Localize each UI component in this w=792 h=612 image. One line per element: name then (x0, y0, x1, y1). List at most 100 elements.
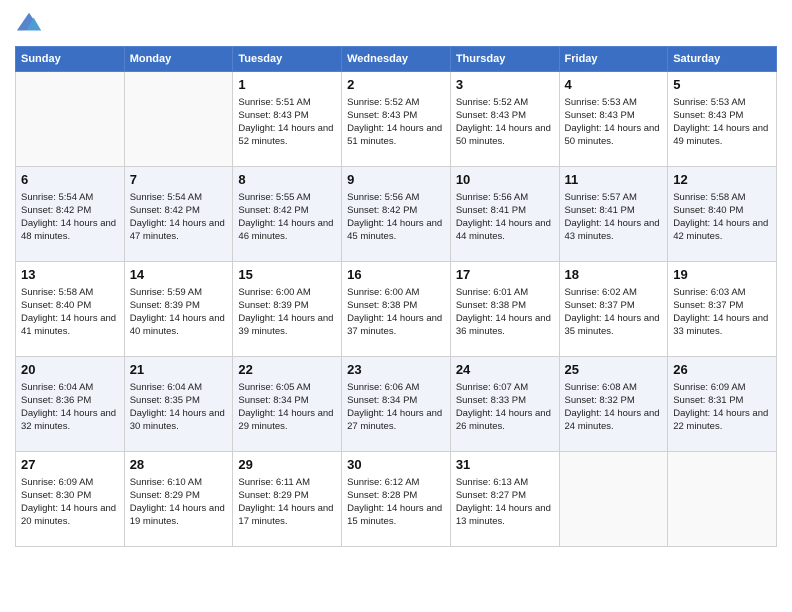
cell-info: Sunrise: 6:11 AMSunset: 8:29 PMDaylight:… (238, 476, 336, 529)
day-number: 2 (347, 76, 445, 94)
cell-info: Sunrise: 6:09 AMSunset: 8:31 PMDaylight:… (673, 381, 771, 434)
calendar-cell: 31 Sunrise: 6:13 AMSunset: 8:27 PMDayligh… (450, 452, 559, 547)
calendar-cell: 29 Sunrise: 6:11 AMSunset: 8:29 PMDayligh… (233, 452, 342, 547)
day-number: 29 (238, 456, 336, 474)
cell-info: Sunrise: 6:02 AMSunset: 8:37 PMDaylight:… (565, 286, 663, 339)
cell-info: Sunrise: 5:58 AMSunset: 8:40 PMDaylight:… (21, 286, 119, 339)
calendar-cell: 7 Sunrise: 5:54 AMSunset: 8:42 PMDaylight… (124, 167, 233, 262)
cell-info: Sunrise: 6:06 AMSunset: 8:34 PMDaylight:… (347, 381, 445, 434)
calendar-cell: 28 Sunrise: 6:10 AMSunset: 8:29 PMDayligh… (124, 452, 233, 547)
day-number: 22 (238, 361, 336, 379)
page-header (15, 10, 777, 38)
cell-info: Sunrise: 5:53 AMSunset: 8:43 PMDaylight:… (565, 96, 663, 149)
day-number: 1 (238, 76, 336, 94)
calendar-cell: 17 Sunrise: 6:01 AMSunset: 8:38 PMDayligh… (450, 262, 559, 357)
cell-info: Sunrise: 6:01 AMSunset: 8:38 PMDaylight:… (456, 286, 554, 339)
cell-info: Sunrise: 6:04 AMSunset: 8:36 PMDaylight:… (21, 381, 119, 434)
cell-info: Sunrise: 5:53 AMSunset: 8:43 PMDaylight:… (673, 96, 771, 149)
cell-info: Sunrise: 5:52 AMSunset: 8:43 PMDaylight:… (456, 96, 554, 149)
cell-info: Sunrise: 6:09 AMSunset: 8:30 PMDaylight:… (21, 476, 119, 529)
calendar-cell: 19 Sunrise: 6:03 AMSunset: 8:37 PMDayligh… (668, 262, 777, 357)
calendar-cell: 23 Sunrise: 6:06 AMSunset: 8:34 PMDayligh… (342, 357, 451, 452)
header-row: SundayMondayTuesdayWednesdayThursdayFrid… (16, 47, 777, 72)
calendar-cell (124, 72, 233, 167)
calendar-table: SundayMondayTuesdayWednesdayThursdayFrid… (15, 46, 777, 547)
cell-info: Sunrise: 6:10 AMSunset: 8:29 PMDaylight:… (130, 476, 228, 529)
calendar-cell: 10Sunrise: 5:56 AMSunset: 8:41 PMDayligh… (450, 167, 559, 262)
day-number: 27 (21, 456, 119, 474)
cell-info: Sunrise: 6:13 AMSunset: 8:27 PMDaylight:… (456, 476, 554, 529)
logo (15, 10, 47, 38)
day-number: 4 (565, 76, 663, 94)
calendar-cell: 5Sunrise: 5:53 AMSunset: 8:43 PMDaylight… (668, 72, 777, 167)
cell-info: Sunrise: 6:03 AMSunset: 8:37 PMDaylight:… (673, 286, 771, 339)
day-number: 8 (238, 171, 336, 189)
column-header-wednesday: Wednesday (342, 47, 451, 72)
day-number: 30 (347, 456, 445, 474)
calendar-cell (16, 72, 125, 167)
day-number: 26 (673, 361, 771, 379)
day-number: 19 (673, 266, 771, 284)
calendar-cell: 12 Sunrise: 5:58 AMSunset: 8:40 PMDayligh… (668, 167, 777, 262)
calendar-cell: 3 Sunrise: 5:52 AMSunset: 8:43 PMDaylight… (450, 72, 559, 167)
calendar-cell: 14 Sunrise: 5:59 AMSunset: 8:39 PMDayligh… (124, 262, 233, 357)
day-number: 21 (130, 361, 228, 379)
cell-info: Sunrise: 5:58 AMSunset: 8:40 PMDaylight:… (673, 191, 771, 244)
day-number: 12 (673, 171, 771, 189)
week-row-5: 27 Sunrise: 6:09 AMSunset: 8:30 PMDayligh… (16, 452, 777, 547)
calendar-cell: 4 Sunrise: 5:53 AMSunset: 8:43 PMDaylight… (559, 72, 668, 167)
column-header-saturday: Saturday (668, 47, 777, 72)
day-number: 11 (565, 171, 663, 189)
cell-info: Sunrise: 5:54 AMSunset: 8:42 PMDaylight:… (21, 191, 119, 244)
cell-info: Sunrise: 6:00 AMSunset: 8:38 PMDaylight:… (347, 286, 445, 339)
calendar-cell: 16 Sunrise: 6:00 AMSunset: 8:38 PMDayligh… (342, 262, 451, 357)
calendar-cell (559, 452, 668, 547)
calendar-cell: 25 Sunrise: 6:08 AMSunset: 8:32 PMDayligh… (559, 357, 668, 452)
calendar-cell: 30 Sunrise: 6:12 AMSunset: 8:28 PMDayligh… (342, 452, 451, 547)
cell-info: Sunrise: 6:00 AMSunset: 8:39 PMDaylight:… (238, 286, 336, 339)
day-number: 28 (130, 456, 228, 474)
cell-info: Sunrise: 5:51 AMSunset: 8:43 PMDaylight:… (238, 96, 336, 149)
column-header-tuesday: Tuesday (233, 47, 342, 72)
day-number: 25 (565, 361, 663, 379)
day-number: 3 (456, 76, 554, 94)
calendar-cell: 21Sunrise: 6:04 AMSunset: 8:35 PMDayligh… (124, 357, 233, 452)
day-number: 17 (456, 266, 554, 284)
calendar-cell: 1 Sunrise: 5:51 AMSunset: 8:43 PMDaylight… (233, 72, 342, 167)
cell-info: Sunrise: 5:57 AMSunset: 8:41 PMDaylight:… (565, 191, 663, 244)
day-number: 14 (130, 266, 228, 284)
day-number: 16 (347, 266, 445, 284)
cell-info: Sunrise: 5:56 AMSunset: 8:42 PMDaylight:… (347, 191, 445, 244)
calendar-cell: 20 Sunrise: 6:04 AMSunset: 8:36 PMDayligh… (16, 357, 125, 452)
day-number: 24 (456, 361, 554, 379)
column-header-friday: Friday (559, 47, 668, 72)
calendar-cell: 15 Sunrise: 6:00 AMSunset: 8:39 PMDayligh… (233, 262, 342, 357)
cell-info: Sunrise: 5:54 AMSunset: 8:42 PMDaylight:… (130, 191, 228, 244)
day-number: 13 (21, 266, 119, 284)
calendar-cell: 24Sunrise: 6:07 AMSunset: 8:33 PMDayligh… (450, 357, 559, 452)
cell-info: Sunrise: 5:52 AMSunset: 8:43 PMDaylight:… (347, 96, 445, 149)
day-number: 15 (238, 266, 336, 284)
week-row-4: 20 Sunrise: 6:04 AMSunset: 8:36 PMDayligh… (16, 357, 777, 452)
calendar-cell: 18 Sunrise: 6:02 AMSunset: 8:37 PMDayligh… (559, 262, 668, 357)
day-number: 31 (456, 456, 554, 474)
calendar-cell: 6 Sunrise: 5:54 AMSunset: 8:42 PMDaylight… (16, 167, 125, 262)
column-header-monday: Monday (124, 47, 233, 72)
cell-info: Sunrise: 6:08 AMSunset: 8:32 PMDaylight:… (565, 381, 663, 434)
week-row-2: 6 Sunrise: 5:54 AMSunset: 8:42 PMDaylight… (16, 167, 777, 262)
day-number: 18 (565, 266, 663, 284)
week-row-3: 13 Sunrise: 5:58 AMSunset: 8:40 PMDayligh… (16, 262, 777, 357)
calendar-cell: 22 Sunrise: 6:05 AMSunset: 8:34 PMDayligh… (233, 357, 342, 452)
cell-info: Sunrise: 6:12 AMSunset: 8:28 PMDaylight:… (347, 476, 445, 529)
cell-info: Sunrise: 5:59 AMSunset: 8:39 PMDaylight:… (130, 286, 228, 339)
day-number: 20 (21, 361, 119, 379)
day-number: 7 (130, 171, 228, 189)
day-number: 23 (347, 361, 445, 379)
cell-info: Sunrise: 6:05 AMSunset: 8:34 PMDaylight:… (238, 381, 336, 434)
day-number: 9 (347, 171, 445, 189)
calendar-cell: 11 Sunrise: 5:57 AMSunset: 8:41 PMDayligh… (559, 167, 668, 262)
calendar-cell: 8 Sunrise: 5:55 AMSunset: 8:42 PMDaylight… (233, 167, 342, 262)
day-number: 6 (21, 171, 119, 189)
cell-info: Sunrise: 5:55 AMSunset: 8:42 PMDaylight:… (238, 191, 336, 244)
calendar-cell (668, 452, 777, 547)
